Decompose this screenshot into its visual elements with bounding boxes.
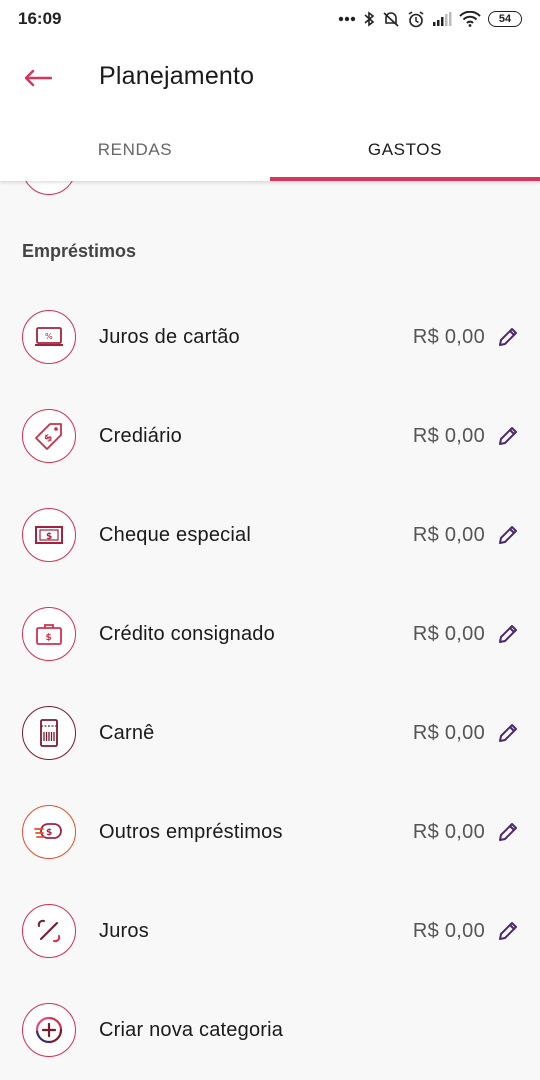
alarm-off-icon — [383, 12, 399, 27]
category-icon-partial — [22, 181, 76, 195]
dots-icon — [338, 16, 356, 22]
edit-pencil-icon[interactable] — [496, 721, 520, 745]
edit-pencil-icon[interactable] — [496, 820, 520, 844]
edit-pencil-icon[interactable] — [496, 919, 520, 943]
svg-text:$: $ — [46, 633, 52, 643]
expense-row-cheque-especial[interactable]: $ Cheque especial R$ 0,00 — [0, 495, 540, 575]
tab-rendas[interactable]: RENDAS — [0, 118, 270, 181]
price-tag-icon: $ — [22, 409, 76, 463]
edit-pencil-icon[interactable] — [496, 523, 520, 547]
tab-bar: RENDAS GASTOS — [0, 118, 540, 181]
briefcase-money-icon: $ — [22, 607, 76, 661]
expense-row-credito-consignado[interactable]: $ Crédito consignado R$ 0,00 — [0, 594, 540, 674]
row-value: R$ 0,00 — [412, 325, 485, 348]
section-title: Empréstimos — [22, 241, 137, 261]
row-label: Juros — [99, 919, 149, 942]
coins-icon: $ — [22, 805, 76, 859]
signal-icon — [433, 12, 452, 26]
expense-row-juros-de-cartao[interactable]: % Juros de cartão R$ 0,00 — [0, 297, 540, 377]
row-label: Cheque especial — [99, 523, 251, 546]
content-scroll-area[interactable]: Empréstimos % Juros de cartão R$ 0,00 $ … — [0, 181, 540, 1080]
expense-row-crediario[interactable]: $ Crediário R$ 0,00 — [0, 396, 540, 476]
row-value: R$ 0,00 — [412, 424, 485, 447]
row-value: R$ 0,00 — [412, 523, 485, 546]
row-label: Criar nova categoria — [99, 1018, 284, 1041]
row-label: Crédito consignado — [99, 622, 275, 645]
row-label: Juros de cartão — [99, 325, 240, 348]
percent-icon — [22, 904, 76, 958]
tab-gastos[interactable]: GASTOS — [270, 118, 540, 181]
svg-text:$: $ — [46, 828, 52, 838]
battery-icon: 54 — [488, 11, 522, 27]
svg-text:$: $ — [46, 532, 52, 542]
expense-row-carne[interactable]: Carnê R$ 0,00 — [0, 693, 540, 773]
banknote-icon: $ — [22, 508, 76, 562]
booklet-icon — [22, 706, 76, 760]
status-bar: 16:09 54 — [0, 0, 540, 38]
row-value: R$ 0,00 — [412, 721, 485, 744]
row-label: Carnê — [99, 721, 155, 744]
edit-pencil-icon[interactable] — [496, 622, 520, 646]
edit-pencil-icon[interactable] — [496, 325, 520, 349]
row-value: R$ 0,00 — [412, 919, 485, 942]
edit-pencil-icon[interactable] — [496, 424, 520, 448]
add-circle-icon — [22, 1003, 76, 1057]
arrow-left-icon — [24, 69, 52, 87]
expense-row-juros[interactable]: Juros R$ 0,00 — [0, 891, 540, 971]
page-title: Planejamento — [99, 62, 255, 90]
create-category-button[interactable]: Criar nova categoria — [0, 990, 540, 1070]
row-label: Outros empréstimos — [99, 820, 283, 843]
wifi-icon — [459, 11, 481, 27]
alarm-icon — [408, 10, 424, 27]
status-icons: 54 — [338, 10, 522, 28]
row-value: R$ 0,00 — [412, 820, 485, 843]
laptop-percent-icon: % — [22, 310, 76, 364]
expense-row-outros-emprestimos[interactable]: $ Outros empréstimos R$ 0,00 — [0, 792, 540, 872]
status-time: 16:09 — [18, 9, 62, 28]
row-label: Crediário — [99, 424, 182, 447]
bluetooth-icon — [364, 11, 375, 27]
svg-text:%: % — [45, 332, 53, 341]
back-button[interactable] — [14, 56, 62, 100]
row-value: R$ 0,00 — [412, 622, 485, 645]
app-bar: Planejamento — [0, 38, 540, 118]
